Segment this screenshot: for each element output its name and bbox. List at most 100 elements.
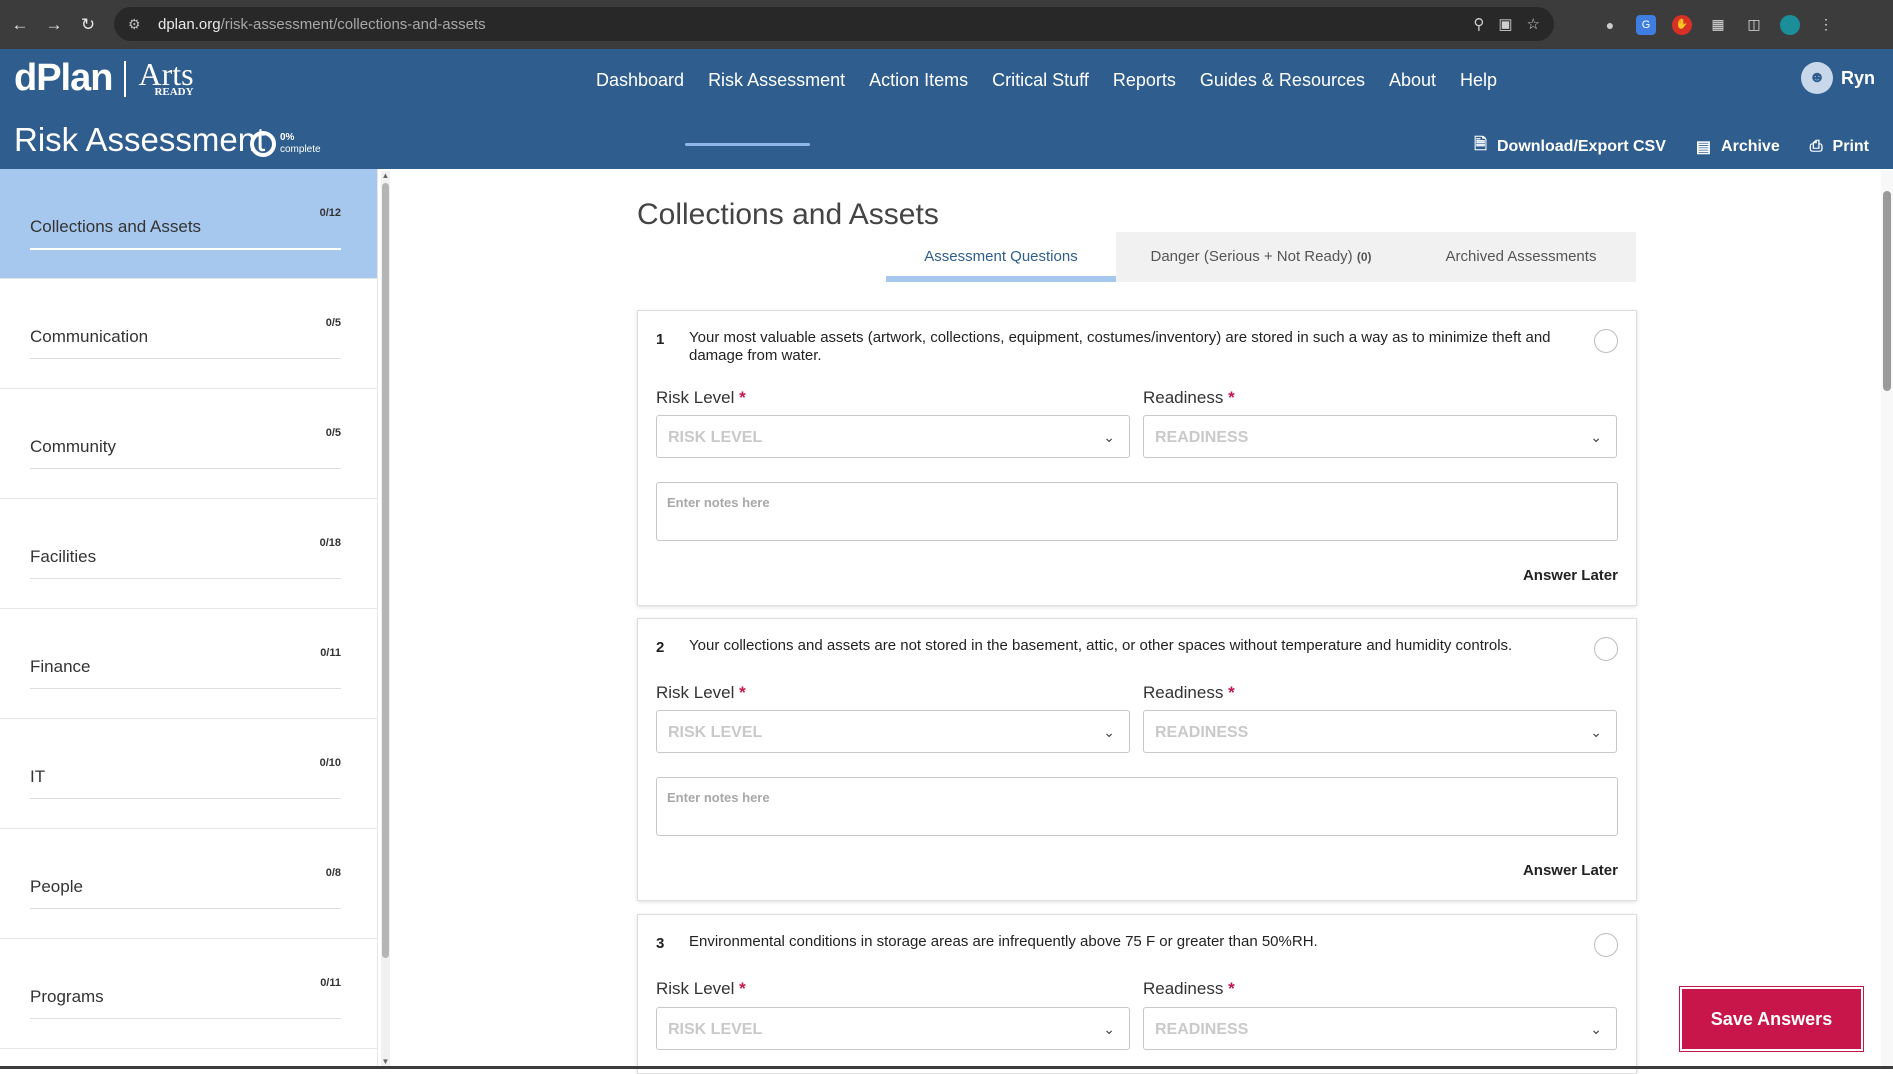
site-settings-icon[interactable]: ⚙ xyxy=(128,16,150,33)
sidebar-item-underline xyxy=(30,578,341,579)
sidebar-scroll-thumb[interactable] xyxy=(382,183,389,958)
tab-assessment-questions[interactable]: Assessment Questions xyxy=(886,232,1116,282)
puzzle-extensions-icon[interactable]: ▦ xyxy=(1708,15,1728,35)
archive-button[interactable]: ▤ Archive xyxy=(1696,133,1780,160)
csv-file-icon: 🗎 xyxy=(1474,136,1487,153)
user-menu[interactable]: ☻ Ryn xyxy=(1800,62,1875,94)
profile-avatar-icon[interactable] xyxy=(1780,14,1800,35)
sidebar-item-communication[interactable]: Communication 0/5 xyxy=(0,279,377,389)
question-number: 2 xyxy=(656,639,665,656)
install-app-icon[interactable]: ▣ xyxy=(1498,15,1512,33)
url-actions: ⚲ ▣ ☆ xyxy=(1473,7,1540,41)
risk-level-placeholder: RISK LEVEL xyxy=(668,429,763,446)
readiness-placeholder: READINESS xyxy=(1155,429,1249,446)
question-complete-radio[interactable] xyxy=(1594,637,1618,661)
sidebar-item-people[interactable]: People 0/8 xyxy=(0,829,377,939)
extension-circle-icon[interactable]: ● xyxy=(1600,15,1620,35)
scroll-down-icon[interactable]: ▼ xyxy=(381,1057,390,1066)
sidebar-item-underline xyxy=(30,688,341,689)
sidebar-item-count: 0/8 xyxy=(325,867,341,879)
chevron-down-icon: ⌄ xyxy=(1103,429,1115,445)
nav-action-items[interactable]: Action Items xyxy=(857,65,980,103)
section-heading: Collections and Assets xyxy=(637,198,939,231)
tab-archived-assessments[interactable]: Archived Assessments xyxy=(1406,232,1636,282)
readiness-select[interactable]: READINESS ⌄ xyxy=(1143,710,1617,753)
answer-later-button[interactable]: Answer Later xyxy=(1523,567,1618,584)
question-complete-radio[interactable] xyxy=(1594,933,1618,957)
sidebar-item-label: People xyxy=(30,877,83,896)
download-csv-button[interactable]: 🗎 Download/Export CSV xyxy=(1474,133,1666,160)
sidebar-item-programs[interactable]: Programs 0/11 xyxy=(0,939,377,1049)
print-label: Print xyxy=(1832,137,1869,155)
progress-label: complete xyxy=(280,144,321,155)
sidebar-item-count: 0/11 xyxy=(320,647,341,659)
dplan-logo[interactable]: dPlan Arts READY xyxy=(14,57,194,100)
answer-later-button[interactable]: Answer Later xyxy=(1523,862,1618,879)
nav-about[interactable]: About xyxy=(1377,65,1448,103)
risk-level-select[interactable]: RISK LEVEL ⌄ xyxy=(656,1007,1130,1050)
chevron-down-icon: ⌄ xyxy=(1590,724,1602,740)
sidebar-item-underline xyxy=(30,908,341,909)
tab-search-icon[interactable]: ◫ xyxy=(1744,15,1764,35)
scroll-up-icon[interactable]: ▲ xyxy=(381,171,390,180)
assessment-tabs: Assessment Questions Danger (Serious + N… xyxy=(886,232,1636,282)
nav-critical-stuff[interactable]: Critical Stuff xyxy=(980,65,1101,103)
sidebar-item-facilities[interactable]: Facilities 0/18 xyxy=(0,499,377,609)
risk-level-select[interactable]: RISK LEVEL ⌄ xyxy=(656,415,1130,458)
category-sidebar: Collections and Assets 0/12 Communicatio… xyxy=(0,169,378,1069)
nav-help[interactable]: Help xyxy=(1448,65,1509,103)
sidebar-item-count: 0/18 xyxy=(319,537,341,549)
question-card: 1 Your most valuable assets (artwork, co… xyxy=(637,310,1637,606)
reload-icon[interactable]: ↻ xyxy=(76,13,100,37)
extensions-area: ● G ✋ ▦ ◫ ⋮ xyxy=(1600,0,1836,49)
sidebar-item-label: Community xyxy=(30,437,116,456)
readiness-select[interactable]: READINESS ⌄ xyxy=(1143,415,1617,458)
save-answers-button[interactable]: Save Answers xyxy=(1680,987,1863,1051)
chevron-down-icon: ⌄ xyxy=(1103,724,1115,740)
notes-placeholder: Enter notes here xyxy=(667,790,770,805)
forward-icon[interactable]: → xyxy=(42,13,66,37)
app-header: dPlan Arts READY Dashboard Risk Assessme… xyxy=(0,49,1893,169)
sidebar-item-label: Finance xyxy=(30,657,91,676)
bookmark-star-icon[interactable]: ☆ xyxy=(1527,15,1540,33)
nav-risk-assessment[interactable]: Risk Assessment xyxy=(696,65,857,103)
nav-dashboard[interactable]: Dashboard xyxy=(584,65,696,103)
kebab-menu-icon[interactable]: ⋮ xyxy=(1816,15,1836,35)
main-scrollbar[interactable] xyxy=(1881,171,1893,1066)
sidebar-item-it[interactable]: IT 0/10 xyxy=(0,719,377,829)
password-key-icon[interactable]: ⚲ xyxy=(1473,15,1484,33)
sidebar-item-label: Facilities xyxy=(30,547,97,566)
readiness-select[interactable]: READINESS ⌄ xyxy=(1143,1007,1617,1050)
address-bar[interactable]: ⚙ dplan.org/risk-assessment/collections-… xyxy=(114,7,1554,41)
sidebar-scrollbar[interactable]: ▲ ▼ xyxy=(381,171,390,1066)
user-name: Ryn xyxy=(1840,67,1875,88)
tab-label: Danger (Serious + Not Ready) xyxy=(1150,248,1353,265)
sidebar-item-community[interactable]: Community 0/5 xyxy=(0,389,377,499)
question-text: Your most valuable assets (artwork, coll… xyxy=(689,329,1551,364)
question-number: 3 xyxy=(656,935,665,952)
logo-arts: Arts xyxy=(138,55,194,92)
tab-danger[interactable]: Danger (Serious + Not Ready) (0) xyxy=(1116,232,1406,282)
tab-label: Archived Assessments xyxy=(1445,248,1597,265)
sidebar-item-count: 0/11 xyxy=(320,977,341,989)
risk-level-select[interactable]: RISK LEVEL ⌄ xyxy=(656,710,1130,753)
sidebar-item-finance[interactable]: Finance 0/11 xyxy=(0,609,377,719)
nav-active-underline xyxy=(685,143,810,146)
red-extension-icon[interactable]: ✋ xyxy=(1672,14,1692,35)
translate-extension-icon[interactable]: G xyxy=(1636,14,1656,35)
question-complete-radio[interactable] xyxy=(1594,329,1618,353)
risk-level-label: Risk Level * xyxy=(656,683,746,702)
sidebar-item-underline xyxy=(30,1018,341,1019)
print-button[interactable]: ⎙ Print xyxy=(1810,133,1869,160)
logo-divider xyxy=(124,60,127,97)
back-icon[interactable]: ← xyxy=(8,13,32,37)
main-scroll-thumb[interactable] xyxy=(1883,191,1891,391)
risk-level-label: Risk Level * xyxy=(656,388,746,407)
nav-guides-resources[interactable]: Guides & Resources xyxy=(1188,65,1377,103)
nav-reports[interactable]: Reports xyxy=(1101,65,1188,103)
notes-textarea[interactable]: Enter notes here xyxy=(656,482,1618,541)
sidebar-item-collections-and-assets[interactable]: Collections and Assets 0/12 xyxy=(0,169,377,279)
browser-nav: ← → ↻ xyxy=(0,13,112,37)
notes-textarea[interactable]: Enter notes here xyxy=(656,777,1618,836)
archive-box-icon: ▤ xyxy=(1695,138,1712,156)
